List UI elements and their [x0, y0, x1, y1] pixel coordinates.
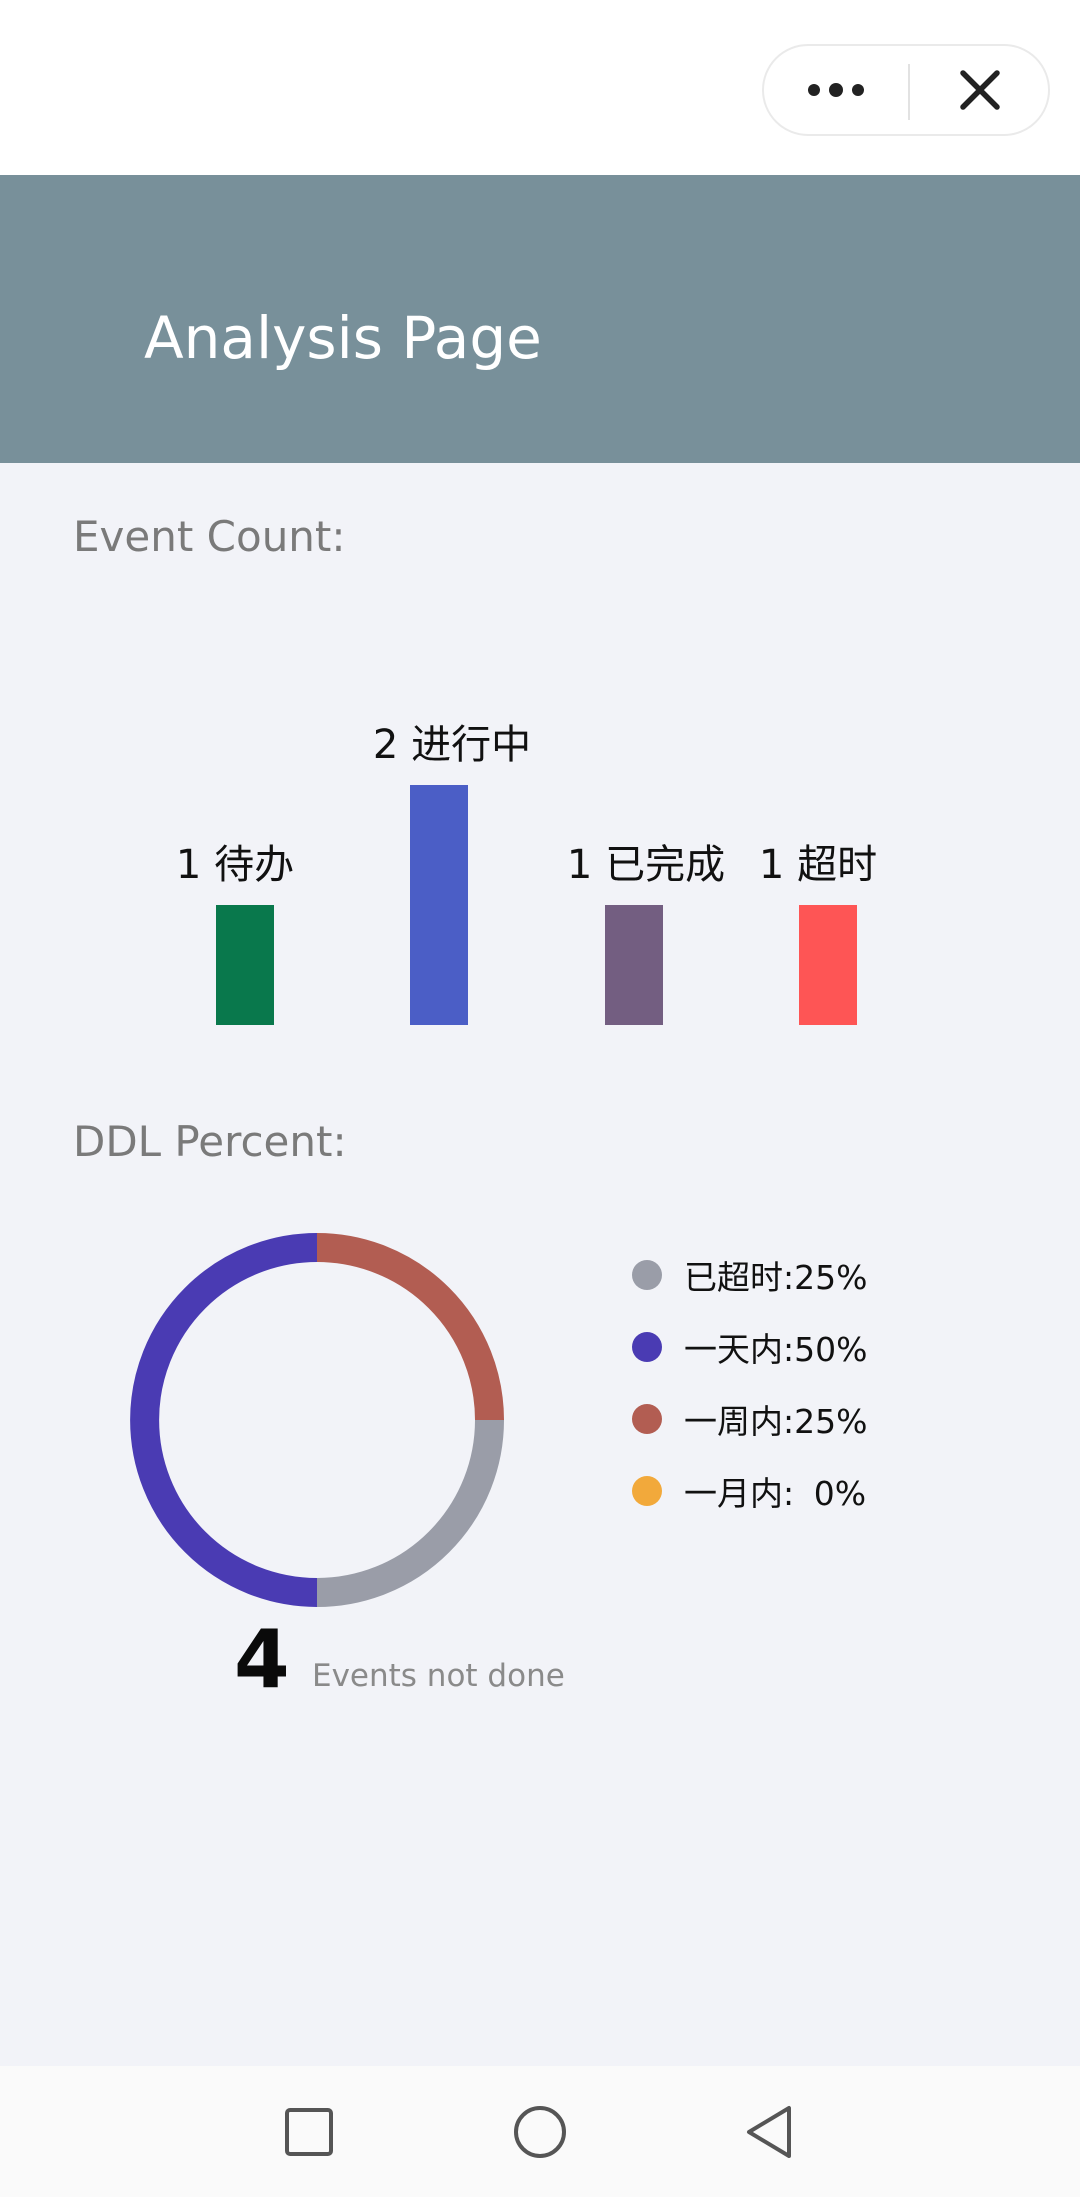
- triangle-back-icon: [747, 2105, 791, 2158]
- legend-label: 一月内:: [684, 1474, 795, 1513]
- legend-item-overdue: 已超时:25%: [632, 1251, 868, 1299]
- legend-item-within-week: 一周内:25%: [632, 1395, 868, 1443]
- donut-slice-3: [130, 1233, 318, 1607]
- legend-item-within-month: 一月内: 0%: [632, 1467, 866, 1515]
- legend-value: 25%: [794, 1402, 868, 1441]
- donut-slice-1: [316, 1233, 504, 1421]
- total-caption: Events not done: [312, 1658, 565, 1694]
- legend-dot: [632, 1260, 662, 1290]
- legend-value: 50%: [794, 1330, 868, 1369]
- legend-label: 已超时:: [684, 1258, 795, 1297]
- legend-text: 一周内:25%: [684, 1395, 868, 1443]
- legend-text: 已超时:25%: [684, 1251, 868, 1299]
- legend-text: 一天内:50%: [684, 1323, 868, 1371]
- home-button[interactable]: [480, 2066, 600, 2197]
- system-nav-bar: [0, 2066, 1080, 2197]
- recents-button[interactable]: [249, 2066, 369, 2197]
- legend-text: 一月内: 0%: [684, 1467, 866, 1515]
- legend-dot: [632, 1332, 662, 1362]
- legend-item-within-day: 一天内:50%: [632, 1323, 868, 1371]
- legend-value: 25%: [794, 1258, 868, 1297]
- ddl-percent-donut: [130, 1233, 504, 1607]
- legend-label: 一周内:: [684, 1402, 795, 1441]
- square-recents-icon: [285, 2107, 333, 2156]
- legend-dot: [632, 1476, 662, 1506]
- circle-home-icon: [514, 2105, 566, 2158]
- back-button[interactable]: [710, 2066, 830, 2197]
- legend-value: 0%: [813, 1474, 867, 1513]
- legend-label: 一天内:: [684, 1330, 795, 1369]
- legend-dot: [632, 1404, 662, 1434]
- donut-slice-2: [316, 1419, 504, 1607]
- total-count: 4: [234, 1613, 290, 1706]
